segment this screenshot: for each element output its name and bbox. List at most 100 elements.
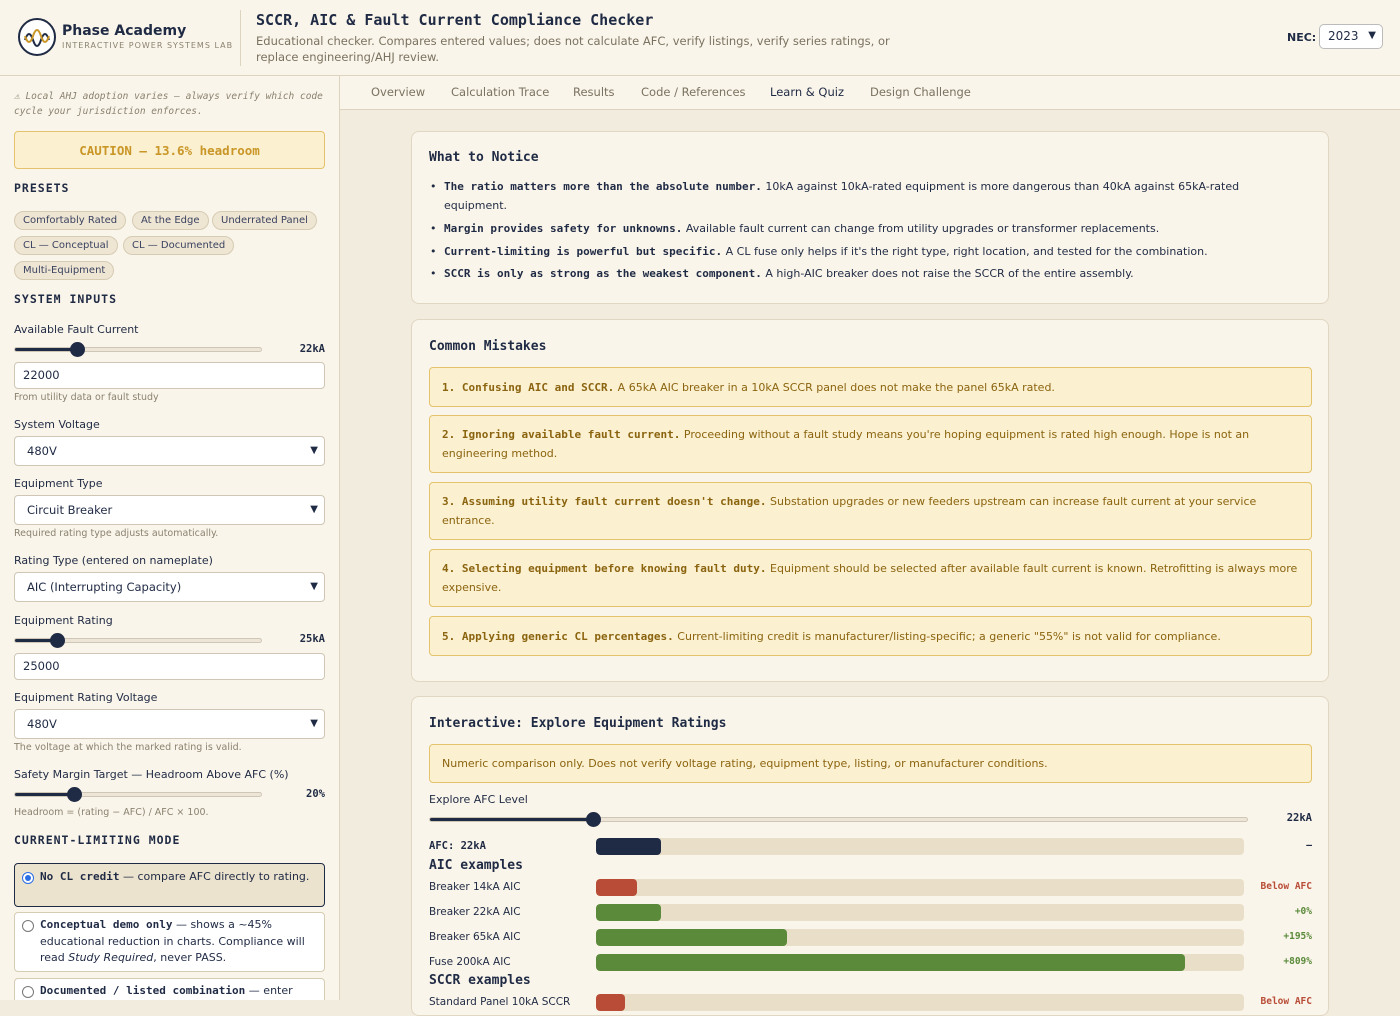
cl-option-title: Conceptual demo only bbox=[40, 918, 173, 931]
rating-bar-track bbox=[596, 954, 1244, 971]
rating-type-select[interactable]: AIC (Interrupting Capacity) ▼ bbox=[14, 572, 325, 602]
equipment-type-hint: Required rating type adjusts automatical… bbox=[14, 528, 219, 539]
preset-chip[interactable]: At the Edge bbox=[132, 211, 209, 230]
radio-button[interactable] bbox=[22, 986, 34, 998]
rating-bar-track bbox=[596, 929, 1244, 946]
header-divider bbox=[240, 10, 241, 66]
explore-slider-value: 22kA bbox=[1286, 812, 1312, 824]
brand-name: Phase Academy bbox=[62, 23, 187, 39]
radio-button[interactable] bbox=[22, 920, 34, 932]
mistake-bold: 5. Applying generic CL percentages. bbox=[442, 629, 674, 643]
equipment-rating-input[interactable]: 25000 bbox=[14, 653, 325, 680]
item-text: A high-AIC breaker does not raise the SC… bbox=[761, 267, 1134, 280]
rating-row-pct: +195% bbox=[1283, 931, 1312, 942]
rating-bar bbox=[596, 929, 788, 946]
list-item: Current-limiting is powerful but specifi… bbox=[430, 242, 1300, 261]
sccr-heading: SCCR examples bbox=[429, 973, 531, 988]
afc-slider[interactable] bbox=[14, 342, 262, 357]
tab-overview[interactable]: Overview bbox=[371, 85, 425, 99]
rating-bar-track bbox=[596, 904, 1244, 921]
list-item: Margin provides safety for unknowns. Ava… bbox=[430, 219, 1300, 238]
afc-value: 22kA bbox=[299, 343, 325, 355]
cl-option-emphasis: Study Required bbox=[68, 951, 154, 964]
brand-subtitle: INTERACTIVE POWER SYSTEMS LAB bbox=[62, 41, 234, 50]
mistake-item: 2. Ignoring available fault current. Pro… bbox=[429, 415, 1312, 473]
mistake-text: A 65kA AIC breaker in a 10kA SCCR panel … bbox=[614, 380, 1055, 394]
rating-bar bbox=[596, 954, 1186, 971]
rating-bar-track bbox=[596, 879, 1244, 896]
status-badge: CAUTION — 13.6% headroom bbox=[14, 131, 325, 169]
rating-row-pct: +0% bbox=[1294, 906, 1312, 917]
radio-button[interactable] bbox=[22, 872, 34, 884]
mistake-bold: 3. Assuming utility fault current doesn'… bbox=[442, 495, 767, 508]
aic-heading: AIC examples bbox=[429, 858, 523, 873]
cl-option-desc: — enter bbox=[245, 984, 293, 997]
voltage-select-value: 480V bbox=[27, 444, 57, 458]
margin-slider[interactable] bbox=[14, 787, 262, 802]
voltage-select[interactable]: 480V ▼ bbox=[14, 436, 325, 466]
equipment-rating-value: 25kA bbox=[299, 633, 325, 645]
cl-option-documented[interactable]: Documented / listed combination — enter bbox=[14, 978, 325, 1000]
tab-code-references[interactable]: Code / References bbox=[641, 85, 746, 99]
app-header: Phase Academy INTERACTIVE POWER SYSTEMS … bbox=[0, 0, 1400, 76]
cl-mode-heading: CURRENT-LIMITING MODE bbox=[14, 833, 181, 847]
slider-fill bbox=[430, 818, 594, 821]
margin-label: Safety Margin Target — Headroom Above AF… bbox=[14, 768, 289, 781]
nec-select[interactable]: 2023 ▼ bbox=[1319, 24, 1383, 49]
preset-chip[interactable]: CL — Documented bbox=[123, 236, 235, 255]
equipment-type-select[interactable]: Circuit Breaker ▼ bbox=[14, 495, 325, 525]
rating-row-pct: Below AFC bbox=[1260, 881, 1312, 892]
item-bold: Current-limiting is powerful but specifi… bbox=[444, 245, 723, 258]
mistake-bold: 2. Ignoring available fault current. bbox=[442, 428, 681, 441]
rating-bar-track bbox=[596, 994, 1244, 1011]
item-text: A CL fuse only helps if it's the right t… bbox=[722, 245, 1208, 258]
card-title: What to Notice bbox=[429, 150, 539, 165]
mistake-bold: 1. Confusing AIC and SCCR. bbox=[442, 380, 615, 394]
equipment-type-label: Equipment Type bbox=[14, 477, 103, 490]
what-to-notice-card: What to Notice The ratio matters more th… bbox=[411, 131, 1329, 304]
slider-thumb[interactable] bbox=[49, 633, 65, 648]
item-bold: Margin provides safety for unknowns. bbox=[444, 222, 683, 235]
sidebar: ⚠ Local AHJ adoption varies — always ver… bbox=[0, 76, 340, 1000]
tab-results[interactable]: Results bbox=[573, 85, 615, 99]
slider-thumb[interactable] bbox=[586, 812, 602, 827]
explore-afc-slider[interactable] bbox=[429, 812, 1248, 827]
cl-option-conceptual[interactable]: Conceptual demo only — shows a ~45% educ… bbox=[14, 912, 325, 972]
mistake-text: Current-limiting credit is manufacturer/… bbox=[673, 629, 1221, 643]
preset-chip[interactable]: Underrated Panel bbox=[212, 211, 317, 230]
rating-voltage-label: Equipment Rating Voltage bbox=[14, 691, 158, 704]
tab-learn-quiz[interactable]: Learn & Quiz bbox=[770, 85, 844, 99]
rating-bar bbox=[596, 904, 661, 921]
explore-slider-label: Explore AFC Level bbox=[429, 793, 528, 806]
page-title: SCCR, AIC & Fault Current Compliance Che… bbox=[256, 11, 654, 29]
preset-chip[interactable]: CL — Conceptual bbox=[14, 236, 118, 255]
common-mistakes-card: Common Mistakes 1. Confusing AIC and SCC… bbox=[411, 319, 1329, 682]
afc-input[interactable]: 22000 bbox=[14, 362, 325, 389]
afc-label: Available Fault Current bbox=[14, 323, 139, 336]
numeric-note: Numeric comparison only. Does not verify… bbox=[429, 744, 1312, 783]
nec-label: NEC: bbox=[1287, 31, 1317, 44]
rating-row-label: Fuse 200kA AIC bbox=[429, 956, 511, 968]
equipment-rating-slider[interactable] bbox=[14, 633, 262, 648]
rating-row-pct: +809% bbox=[1283, 956, 1312, 967]
nec-select-value: 2023 bbox=[1328, 29, 1359, 43]
logo bbox=[18, 18, 56, 56]
chevron-down-icon: ▼ bbox=[310, 718, 318, 729]
cl-option-none[interactable]: No CL credit — compare AFC directly to r… bbox=[14, 863, 325, 907]
afc-row-label: AFC: 22kA bbox=[429, 840, 486, 852]
preset-chip[interactable]: Multi-Equipment bbox=[14, 261, 115, 280]
chevron-down-icon: ▼ bbox=[310, 445, 318, 456]
rating-voltage-hint: The voltage at which the marked rating i… bbox=[14, 742, 242, 753]
cl-option-title: No CL credit bbox=[40, 870, 120, 883]
rating-row-label: Breaker 65kA AIC bbox=[429, 931, 521, 943]
preset-chip[interactable]: Comfortably Rated bbox=[14, 211, 127, 230]
rating-voltage-select[interactable]: 480V ▼ bbox=[14, 709, 325, 739]
tab-calculation-trace[interactable]: Calculation Trace bbox=[451, 85, 549, 99]
ahj-note: ⚠ Local AHJ adoption varies — always ver… bbox=[14, 91, 323, 117]
slider-thumb[interactable] bbox=[67, 787, 83, 802]
sine-wave-icon bbox=[24, 29, 50, 47]
cl-option-text: Documented / listed combination — enter bbox=[40, 983, 320, 1000]
tab-design-challenge[interactable]: Design Challenge bbox=[870, 85, 971, 99]
rating-bar bbox=[596, 879, 638, 896]
slider-thumb[interactable] bbox=[69, 342, 85, 357]
